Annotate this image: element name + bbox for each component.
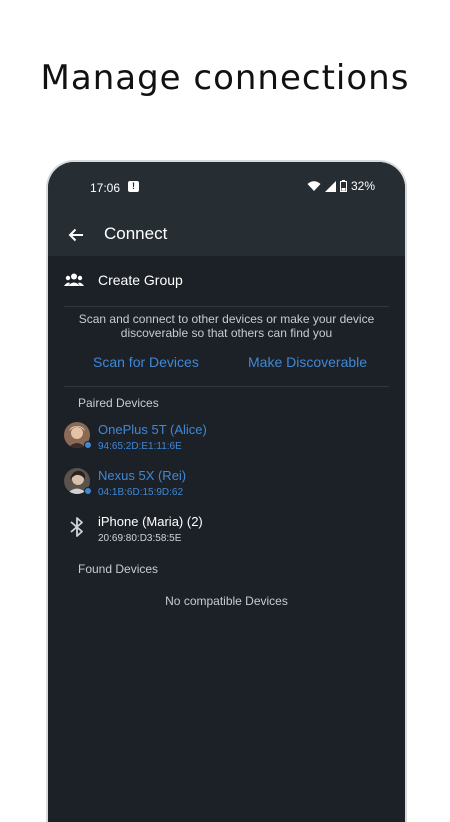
status-bar: 17:06 ! 32% [48, 162, 405, 212]
divider [64, 386, 389, 387]
device-name: OnePlus 5T (Alice) [98, 422, 207, 437]
device-name: iPhone (Maria) (2) [98, 514, 203, 529]
phone-frame: 17:06 ! 32% Connect Create Group Scan an… [46, 160, 407, 822]
make-discoverable-button[interactable]: Make Discoverable [248, 354, 367, 370]
found-devices-title: Found Devices [78, 562, 159, 576]
app-bar: Connect [48, 212, 405, 256]
battery-level: 32% [350, 179, 375, 193]
bluetooth-icon [70, 517, 83, 537]
status-icons: 32% [307, 179, 375, 193]
device-row[interactable]: OnePlus 5T (Alice) 94:65:2D:E1:11:6E [48, 422, 405, 466]
group-icon [64, 273, 84, 286]
device-address: 94:65:2D:E1:11:6E [98, 441, 182, 452]
device-address: 04:1B:6D:15:9D:62 [98, 487, 184, 498]
device-name: Nexus 5X (Rei) [98, 468, 187, 483]
wifi-icon [307, 180, 321, 191]
device-row[interactable]: Nexus 5X (Rei) 04:1B:6D:15:9D:62 [48, 468, 405, 512]
battery-icon [339, 180, 347, 192]
connect-description: Scan and connect to other devices or mak… [78, 312, 375, 340]
connected-indicator [84, 487, 92, 495]
app-bar-title: Connect [104, 224, 168, 243]
empty-devices-message: No compatible Devices [165, 594, 288, 608]
connected-indicator [84, 441, 92, 449]
paired-devices-title: Paired Devices [78, 396, 159, 410]
divider [64, 306, 389, 307]
device-address: 20:69:80:D3:58:5E [98, 533, 182, 544]
status-time: 17:06 [90, 181, 121, 195]
scan-devices-button[interactable]: Scan for Devices [93, 354, 199, 370]
arrow-back-icon[interactable] [66, 225, 86, 245]
message-alert-icon: ! [128, 181, 139, 192]
create-group-button[interactable]: Create Group [48, 256, 405, 306]
create-group-label: Create Group [98, 272, 183, 288]
device-row[interactable]: iPhone (Maria) (2) 20:69:80:D3:58:5E [48, 514, 405, 558]
page-headline: Manage connections [40, 58, 410, 98]
signal-icon [324, 180, 336, 192]
